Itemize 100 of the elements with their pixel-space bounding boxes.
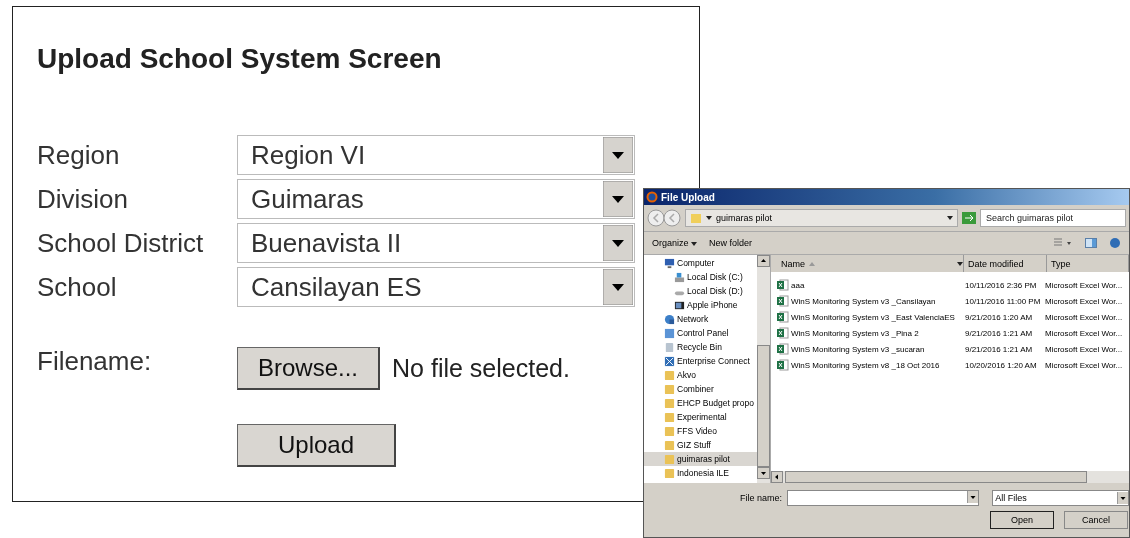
search-field[interactable]: Search guimaras pilot xyxy=(980,209,1126,227)
file-type-dropdown[interactable]: All Files xyxy=(992,490,1129,506)
file-name[interactable]: WinS Monitoring System v3 _Cansilayan xyxy=(777,295,965,307)
caret-icon xyxy=(957,261,963,266)
file-date: 9/21/2016 1:21 AM xyxy=(965,328,1034,338)
folder-tree-item[interactable]: Local Disk (D:) xyxy=(644,284,757,298)
dropdown-arrow-icon xyxy=(603,225,633,261)
file-name[interactable]: WinS Monitoring System v3 _East ValenciaES xyxy=(777,311,965,323)
browse-button[interactable]: Browse... xyxy=(237,347,381,390)
file-type: Microsoft Excel Wor... xyxy=(1045,344,1123,354)
spreadsheet-icon xyxy=(777,343,789,355)
dropdown[interactable]: Guimaras xyxy=(237,179,635,219)
file-type: Microsoft Excel Wor... xyxy=(1045,328,1123,338)
dropdown[interactable]: Buenavista II xyxy=(237,223,635,263)
scroll-left-icon[interactable] xyxy=(771,471,783,483)
scroll-down-icon[interactable] xyxy=(757,467,770,479)
open-button[interactable]: Open xyxy=(990,511,1054,529)
file-name-field[interactable] xyxy=(787,490,980,506)
spreadsheet-icon xyxy=(777,295,789,307)
folder-icon xyxy=(664,467,675,479)
organize-button[interactable]: Organize xyxy=(652,238,698,248)
address-bar[interactable]: guimaras pilot xyxy=(685,209,958,227)
file-date: 10/11/2016 11:00 PM xyxy=(965,296,1042,306)
globe-icon xyxy=(646,191,658,203)
dropdown-arrow-icon xyxy=(603,269,633,305)
file-date: 10/20/2016 1:20 AM xyxy=(965,360,1038,370)
folder-tree-item[interactable]: Enterprise Connect xyxy=(644,354,757,368)
column-header[interactable]: Type xyxy=(1047,255,1129,272)
folder-tree-item[interactable]: EHCP Budget propo xyxy=(644,396,757,410)
file-type: Microsoft Excel Wor... xyxy=(1045,280,1123,290)
folder-tree-item[interactable]: Control Panel xyxy=(644,326,757,340)
column-header[interactable]: Name xyxy=(771,255,964,272)
folder-tree-item[interactable]: Computer xyxy=(644,256,757,270)
file-name-label: File name: xyxy=(740,493,783,503)
dropdown-arrow-icon xyxy=(603,137,633,173)
folder-icon xyxy=(664,453,675,465)
file-date: 9/21/2016 1:21 AM xyxy=(965,344,1034,354)
file-name[interactable]: WinS Monitoring System v3 _Pina 2 xyxy=(777,327,965,339)
preview-pane-icon[interactable] xyxy=(1085,238,1097,248)
spreadsheet-icon xyxy=(777,311,789,323)
field-label: School District xyxy=(37,227,205,259)
file-date: 10/11/2016 2:36 PM xyxy=(965,280,1038,290)
folder-tree-item[interactable]: Local Disk (C:) xyxy=(644,270,757,284)
view-list-icon[interactable] xyxy=(1053,238,1073,248)
spreadsheet-icon xyxy=(777,279,789,291)
file-type: Microsoft Excel Wor... xyxy=(1045,312,1123,322)
folder-tree-item[interactable]: FFS Video xyxy=(644,424,757,438)
folder-tree-item[interactable]: Recycle Bin xyxy=(644,340,757,354)
dialog-title: File Upload xyxy=(661,191,715,203)
folder-icon xyxy=(664,411,675,423)
file-name[interactable]: aaa xyxy=(777,279,965,291)
folder-icon xyxy=(664,439,675,451)
location-icon xyxy=(674,271,685,283)
folder-tree-item[interactable]: Akvo xyxy=(644,368,757,382)
scroll-thumb[interactable] xyxy=(757,345,770,467)
folder-tree-item[interactable]: Apple iPhone xyxy=(644,298,757,312)
field-label: Division xyxy=(37,183,130,215)
folder-icon xyxy=(664,425,675,437)
file-type: Microsoft Excel Wor... xyxy=(1045,360,1123,370)
caret-icon[interactable] xyxy=(967,491,979,503)
file-type: Microsoft Excel Wor... xyxy=(1045,296,1123,306)
folder-icon xyxy=(664,383,675,395)
folder-tree-item[interactable]: Indonesia ILE xyxy=(644,466,757,480)
spreadsheet-icon xyxy=(777,359,789,371)
scroll-up-icon[interactable] xyxy=(757,255,770,267)
location-icon xyxy=(664,313,675,325)
dropdown[interactable]: Region VI xyxy=(237,135,635,175)
scrollbar[interactable] xyxy=(771,471,1129,483)
scroll-thumb[interactable] xyxy=(785,471,1087,483)
filename-label: Filename: xyxy=(37,346,153,377)
folder-tree-item[interactable]: Combiner xyxy=(644,382,757,396)
dropdown[interactable]: Cansilayan ES xyxy=(237,267,635,307)
folder-tree-item[interactable]: Experimental xyxy=(644,410,757,424)
caret-icon xyxy=(947,216,953,220)
column-header[interactable]: Date modified xyxy=(964,255,1047,272)
location-icon xyxy=(674,299,685,311)
caret-icon[interactable] xyxy=(1117,492,1128,504)
location-icon xyxy=(664,341,675,353)
location-icon xyxy=(664,327,675,339)
folder-icon xyxy=(690,212,702,224)
refresh-icon[interactable] xyxy=(962,212,976,224)
file-status: No file selected. xyxy=(392,354,570,383)
folder-icon xyxy=(664,369,675,381)
back-forward-icon[interactable] xyxy=(647,209,681,227)
location-icon xyxy=(664,355,675,367)
scrollbar[interactable] xyxy=(757,255,770,483)
dropdown-arrow-icon xyxy=(603,181,633,217)
caret-icon xyxy=(706,216,712,220)
field-label: Region xyxy=(37,139,121,171)
file-name[interactable]: WinS Monitoring System v3 _sucaran xyxy=(777,343,965,355)
new-folder-button[interactable]: New folder xyxy=(709,238,753,248)
folder-tree-item[interactable]: guimaras pilot xyxy=(644,452,757,466)
cancel-button[interactable]: Cancel xyxy=(1064,511,1128,529)
sort-icon xyxy=(809,261,815,266)
upload-button[interactable]: Upload xyxy=(237,424,397,467)
file-name[interactable]: WinS Monitoring System v8 _18 Oct 2016 xyxy=(777,359,965,371)
folder-tree-item[interactable]: Network xyxy=(644,312,757,326)
spreadsheet-icon xyxy=(777,327,789,339)
form-title: Upload School System Screen xyxy=(37,43,443,75)
folder-tree-item[interactable]: GIZ Stuff xyxy=(644,438,757,452)
